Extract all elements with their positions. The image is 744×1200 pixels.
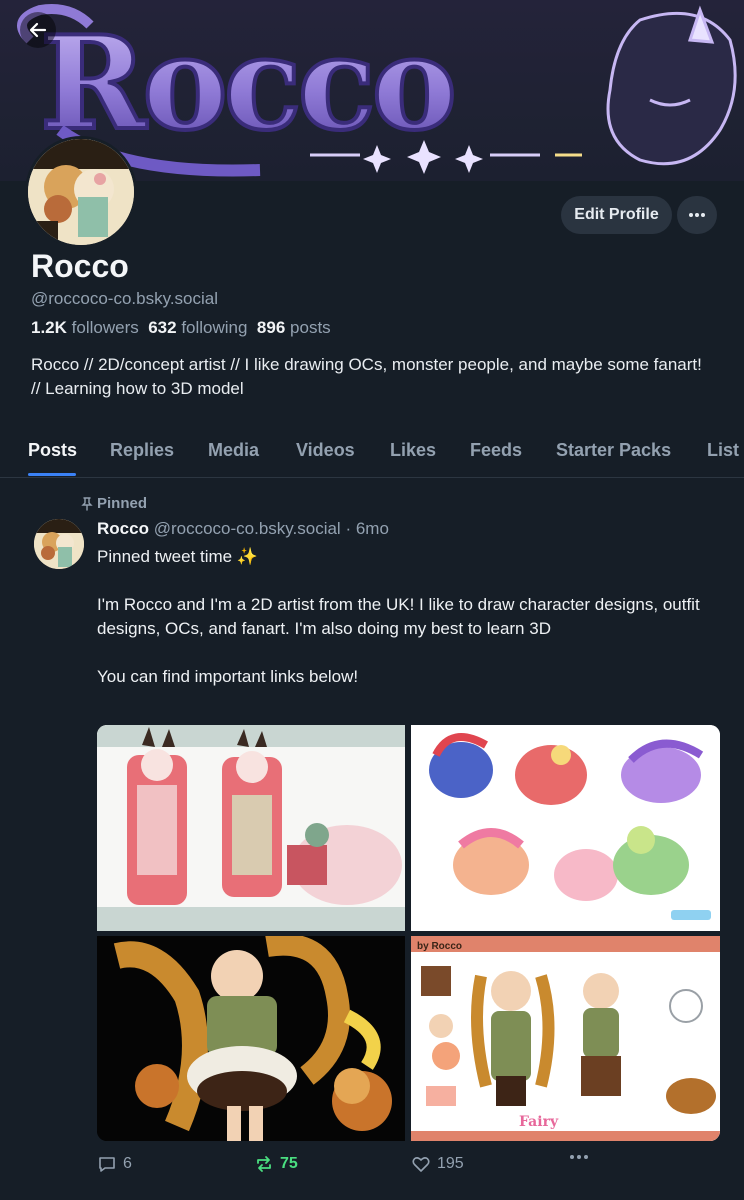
post-image-gallery: by Rocco Fairy xyxy=(97,725,720,1141)
image-caption: by Rocco xyxy=(417,941,462,952)
active-tab-indicator xyxy=(28,473,76,476)
tab-posts[interactable]: Posts xyxy=(28,440,77,461)
avatar-image xyxy=(28,139,134,245)
profile-avatar[interactable] xyxy=(25,136,137,248)
post-actions: 6 75 195 xyxy=(97,1154,597,1178)
banner-logo-text: Rocco xyxy=(40,9,453,159)
profile-tabs: Posts Replies Media Videos Likes Feeds S… xyxy=(0,430,744,478)
like-count: 195 xyxy=(437,1155,464,1172)
followers-link[interactable]: 1.2K followers xyxy=(31,318,139,337)
tab-feeds[interactable]: Feeds xyxy=(470,440,522,461)
post-author-avatar[interactable] xyxy=(34,519,84,569)
post-line: I'm Rocco and I'm a 2D artist from the U… xyxy=(97,595,700,638)
reply-count: 6 xyxy=(123,1155,132,1172)
post-author-name[interactable]: Rocco xyxy=(97,519,149,538)
heart-icon xyxy=(412,1157,430,1172)
reply-icon xyxy=(99,1157,115,1172)
tab-replies[interactable]: Replies xyxy=(110,440,174,461)
profile-bio: Rocco // 2D/concept artist // I like dra… xyxy=(31,355,702,398)
followers-count: 1.2K xyxy=(31,318,67,337)
tab-videos[interactable]: Videos xyxy=(296,440,355,461)
post-author-handle[interactable]: @roccoco-co.bsky.social xyxy=(154,519,341,538)
post-line: Pinned tweet time ✨ xyxy=(97,547,259,566)
repost-icon xyxy=(257,1156,271,1172)
posts-count: 896 xyxy=(256,318,286,337)
tab-likes[interactable]: Likes xyxy=(390,440,436,461)
posts-label: posts xyxy=(290,318,331,337)
like-button[interactable]: 195 xyxy=(411,1154,464,1174)
post-image-2[interactable] xyxy=(411,725,720,931)
post-image-1[interactable] xyxy=(97,725,405,931)
profile-handle: @roccoco-co.bsky.social xyxy=(31,289,218,308)
back-button[interactable] xyxy=(20,12,56,48)
post-line xyxy=(97,569,727,593)
post-header: Rocco @roccoco-co.bsky.social · 6mo xyxy=(97,519,389,539)
artwork-pony-sheet xyxy=(411,725,720,931)
following-link[interactable]: 632 following xyxy=(148,318,247,337)
repost-button[interactable]: 75 xyxy=(254,1154,298,1174)
profile-stats: 1.2K followers 632 following 896 posts xyxy=(31,318,331,338)
tab-starter-packs[interactable]: Starter Packs xyxy=(556,440,671,461)
repost-count: 75 xyxy=(280,1155,298,1172)
pin-icon xyxy=(81,496,93,511)
post-avatar-image xyxy=(34,519,84,569)
edit-profile-button[interactable]: Edit Profile xyxy=(561,196,672,234)
artwork-character-reference: by Rocco Fairy xyxy=(411,936,720,1141)
more-options-button[interactable] xyxy=(677,196,717,234)
ellipsis-icon xyxy=(570,1155,588,1159)
back-arrow-icon xyxy=(29,22,47,38)
reply-button[interactable]: 6 xyxy=(97,1154,132,1174)
ellipsis-icon xyxy=(689,213,705,217)
pinned-indicator: Pinned xyxy=(81,495,147,512)
artwork-fairy-illustration xyxy=(97,936,405,1141)
post-image-4[interactable]: by Rocco Fairy xyxy=(411,936,720,1141)
following-count: 632 xyxy=(148,318,177,337)
tab-lists[interactable]: List xyxy=(707,440,739,461)
post-line xyxy=(97,641,727,665)
posts-stat: 896 posts xyxy=(257,318,331,337)
post-more-button[interactable] xyxy=(569,1154,589,1160)
post-time[interactable]: · 6mo xyxy=(345,519,388,538)
display-name: Rocco xyxy=(31,248,129,284)
post-line: You can find important links below! xyxy=(97,667,359,686)
following-label: following xyxy=(181,318,248,337)
pinned-label: Pinned xyxy=(97,495,148,512)
followers-label: followers xyxy=(71,318,139,337)
svg-text:Fairy: Fairy xyxy=(519,1114,559,1130)
post-body: Pinned tweet time ✨ I'm Rocco and I'm a … xyxy=(97,545,727,689)
post-image-3[interactable] xyxy=(97,936,405,1141)
artwork-character-sheet xyxy=(97,725,405,931)
tab-media[interactable]: Media xyxy=(208,440,259,461)
